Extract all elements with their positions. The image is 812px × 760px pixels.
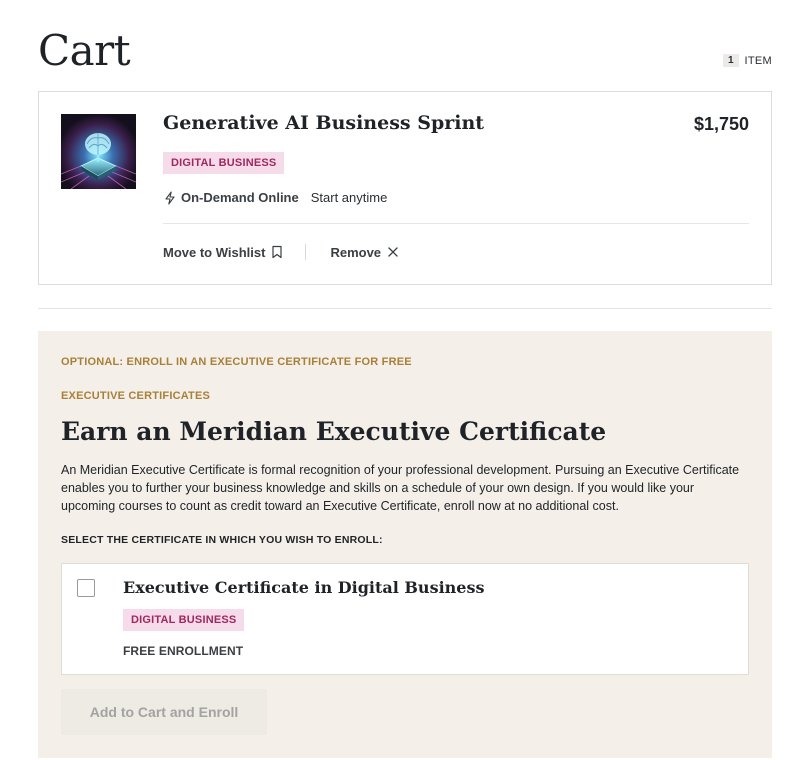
- close-icon: [388, 247, 398, 257]
- certificate-description: An Meridian Executive Certificate is for…: [61, 463, 740, 513]
- page-title: Cart: [38, 26, 131, 75]
- course-schedule: Start anytime: [310, 190, 388, 205]
- item-count-number: 1: [722, 54, 739, 67]
- add-to-cart-and-enroll-button[interactable]: Add to Cart and Enroll: [61, 689, 267, 735]
- item-actions: Move to Wishlist Remove: [163, 244, 399, 260]
- lightning-bolt-icon: [165, 190, 175, 205]
- course-format-row: On-Demand Online Start anytime: [163, 190, 387, 205]
- cart-header: Cart 1 ITEM: [38, 26, 772, 76]
- move-to-wishlist-label: Move to Wishlist: [163, 244, 266, 260]
- course-title[interactable]: Generative AI Business Sprint: [163, 112, 484, 134]
- bookmark-icon: [272, 245, 283, 259]
- certificate-category-label: EXECUTIVE CERTIFICATES: [61, 390, 211, 402]
- optional-enroll-label: OPTIONAL: ENROLL IN AN EXECUTIVE CERTIFI…: [61, 356, 412, 368]
- move-to-wishlist-button[interactable]: Move to Wishlist: [163, 245, 283, 260]
- remove-item-label: Remove: [330, 244, 382, 260]
- item-divider: [163, 223, 749, 224]
- certificate-option-card[interactable]: Executive Certificate in Digital Busines…: [61, 563, 749, 675]
- course-format: On-Demand Online: [181, 190, 299, 205]
- certificate-panel: OPTIONAL: ENROLL IN AN EXECUTIVE CERTIFI…: [38, 331, 772, 758]
- item-count-label: ITEM: [744, 54, 772, 67]
- certificate-select-label: SELECT THE CERTIFICATE IN WHICH YOU WISH…: [61, 534, 383, 546]
- action-separator: [305, 244, 307, 260]
- certificate-checkbox[interactable]: [77, 579, 95, 597]
- item-count-badge: 1 ITEM: [722, 54, 772, 67]
- cart-item-card: Generative AI Business Sprint $1,750 DIG…: [38, 91, 772, 285]
- certificate-option-title: Executive Certificate in Digital Busines…: [123, 578, 485, 597]
- certificate-heading: Earn an Meridian Executive Certificate: [61, 417, 607, 446]
- brain-icon: [85, 133, 111, 155]
- course-price: $1,750: [693, 114, 749, 134]
- course-thumbnail: [61, 114, 136, 189]
- remove-item-button[interactable]: Remove: [330, 245, 399, 260]
- section-divider: [38, 308, 772, 309]
- certificate-option-tag: DIGITAL BUSINESS: [123, 609, 245, 631]
- cart-page: Cart 1 ITEM Generative AI Business Sprin…: [0, 0, 812, 760]
- course-category-tag: DIGITAL BUSINESS: [163, 152, 285, 174]
- free-enrollment-label: FREE ENROLLMENT: [123, 644, 244, 658]
